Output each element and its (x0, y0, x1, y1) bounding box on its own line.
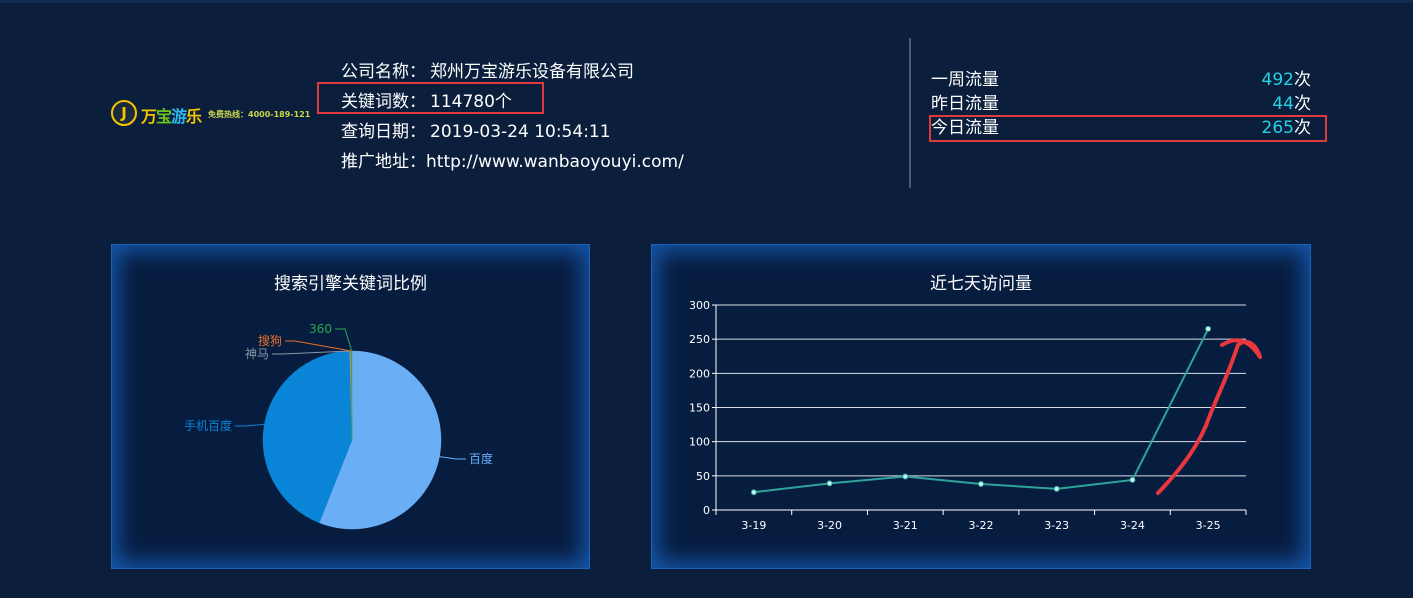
visits-point[interactable] (902, 473, 909, 480)
x-tick-label: 3-24 (1120, 519, 1145, 532)
promo-url-row: 推广地址：http://www.wanbaoyouyi.com/ (341, 147, 684, 177)
traffic-week-value: 492 (1261, 70, 1294, 90)
x-tick-label: 3-23 (1044, 519, 1069, 532)
query-date-label: 查询日期： (341, 122, 426, 142)
y-tick-label: 0 (703, 504, 710, 517)
top-border (0, 0, 1413, 3)
query-date-row: 查询日期： 2019-03-24 10:54:11 (341, 117, 684, 147)
traffic-yesterday-label: 昨日流量 (931, 94, 999, 114)
y-tick-label: 150 (689, 402, 710, 415)
visits-series-line (753, 328, 1210, 494)
company-name-label: 公司名称： (341, 62, 426, 82)
pie-label-line-4 (335, 328, 353, 352)
pie-label-3: 搜狗 (258, 333, 282, 348)
company-name-value: 郑州万宝游乐设备有限公司 (430, 62, 634, 82)
visits-point[interactable] (1053, 485, 1060, 492)
y-tick-label: 200 (689, 367, 710, 380)
traffic-week-unit: 次 (1294, 70, 1311, 90)
pie-label-line-1 (235, 423, 265, 427)
company-logo: J 万宝游乐 免费热线：4000-189-121 (111, 100, 310, 128)
keyword-ratio-panel: 搜索引擎关键词比例 百度 手机百度 神马 搜狗 360 (111, 244, 590, 569)
logo-hotline: 免费热线：4000-189-121 (208, 110, 311, 119)
y-tick-label: 100 (689, 436, 710, 449)
company-info: 公司名称： 郑州万宝游乐设备有限公司 关键词数： 114780个 查询日期： 2019… (341, 57, 684, 177)
pie-label-4: 360 (309, 322, 332, 336)
visits-point[interactable] (1129, 476, 1136, 483)
keyword-count-highlight (317, 82, 544, 114)
x-tick-label: 3-21 (893, 519, 918, 532)
x-tick-label: 3-22 (969, 519, 994, 532)
pie-label-1: 手机百度 (184, 418, 232, 433)
y-tick-label: 300 (689, 299, 710, 312)
x-tick-label: 3-25 (1196, 519, 1221, 532)
promo-url-link[interactable]: http://www.wanbaoyouyi.com/ (426, 152, 684, 172)
header-divider (909, 38, 911, 188)
y-tick-label: 50 (696, 470, 710, 483)
traffic-yesterday-value: 44 (1272, 94, 1294, 114)
logo-brand-text: 万宝游乐 (141, 107, 202, 126)
promo-url-label: 推广地址： (341, 152, 426, 172)
x-tick-label: 3-19 (741, 519, 766, 532)
visits-point[interactable] (750, 489, 757, 496)
pie-label-0: 百度 (469, 451, 493, 466)
pie-label-2: 神马 (245, 347, 269, 361)
annotation-arrow-icon (1156, 338, 1262, 495)
traffic-today-highlight (929, 115, 1327, 142)
pie-label-line-3 (285, 340, 352, 352)
traffic-yesterday-unit: 次 (1294, 94, 1311, 114)
logo-mark-icon: J (111, 100, 137, 126)
query-date-value: 2019-03-24 10:54:11 (430, 122, 611, 142)
pie-chart: 百度 手机百度 神马搜狗 360 (184, 322, 493, 530)
traffic-yesterday-row: 昨日流量 44次 (931, 92, 1311, 116)
pie-label-line-0 (439, 456, 466, 460)
traffic-week-label: 一周流量 (931, 70, 999, 90)
visits-point[interactable] (1205, 325, 1212, 332)
y-tick-label: 250 (689, 333, 710, 346)
visits-point[interactable] (978, 481, 984, 488)
traffic-week-row: 一周流量 492次 (931, 68, 1311, 92)
x-tick-label: 3-20 (817, 519, 842, 532)
visits-point[interactable] (826, 480, 833, 487)
